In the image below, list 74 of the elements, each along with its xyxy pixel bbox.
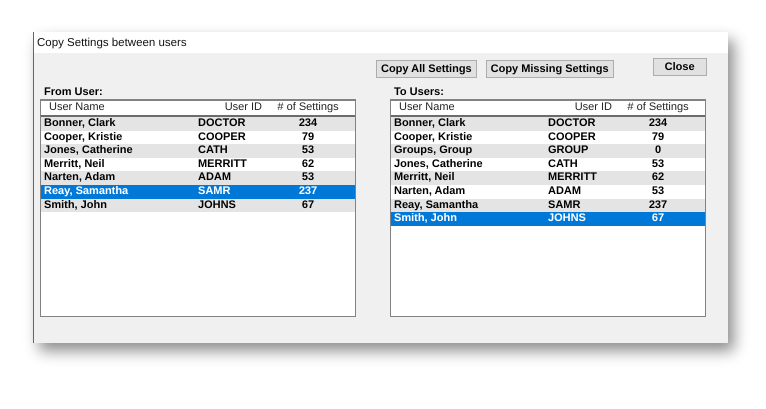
user-name: Jones, Catherine: [43, 144, 134, 158]
user-id: CATH: [548, 158, 579, 172]
user-name: Cooper, Kristie: [393, 130, 474, 144]
copy-all-button[interactable]: Copy All Settings: [376, 60, 477, 78]
settings-count: 0: [654, 144, 662, 158]
column-header[interactable]: User ID: [198, 101, 268, 115]
user-id: COOPER: [548, 130, 597, 144]
column-header[interactable]: # of Settings: [618, 101, 698, 115]
settings-count: 237: [298, 184, 318, 199]
list-row[interactable]: Narten, Adam ADAM 53: [41, 171, 355, 185]
settings-count: 67: [300, 198, 316, 212]
user-name: Bonner, Clark: [393, 117, 467, 131]
settings-count: 79: [300, 130, 316, 144]
user-id: DOCTOR: [548, 117, 596, 131]
settings-count: 234: [298, 117, 318, 131]
list-row[interactable]: Jones, Catherine CATH 53: [391, 158, 705, 172]
list-row[interactable]: Cooper, Kristie COOPER 79: [391, 130, 705, 144]
user-id: MERRITT: [198, 158, 248, 172]
list-row[interactable]: Merritt, Neil MERRITT 62: [391, 171, 705, 185]
settings-count: 67: [650, 212, 666, 226]
user-id: ADAM: [548, 184, 582, 199]
user-id: JOHNS: [198, 198, 237, 212]
user-id: DOCTOR: [198, 117, 246, 131]
user-name: Bonner, Clark: [43, 117, 117, 131]
copy-missing-button[interactable]: Copy Missing Settings: [486, 60, 614, 78]
settings-count: 237: [648, 198, 668, 212]
user-id: ADAM: [198, 171, 232, 185]
user-name: Narten, Adam: [393, 184, 466, 199]
window-title: Copy Settings between users: [37, 36, 187, 48]
user-id: COOPER: [198, 130, 247, 144]
user-name: Narten, Adam: [43, 171, 116, 185]
settings-count: 79: [650, 130, 666, 144]
column-header[interactable]: User Name: [391, 101, 548, 115]
list-row[interactable]: Smith, John JOHNS 67: [391, 212, 705, 226]
list-row[interactable]: Reay, Samantha SAMR 237: [41, 184, 355, 199]
user-name: Merritt, Neil: [393, 171, 456, 185]
user-name: Cooper, Kristie: [43, 130, 124, 144]
user-name: Jones, Catherine: [393, 158, 484, 172]
user-list[interactable]: User Name User ID # of Settings Bonner, Clark DOCTOR 234 Cooper, Kristie COOPER 79 Jones, Catherine CATH 53 Merritt, Neil MERRITT 62 Narten, Adam ADAM 53 Reay, Samantha SAMR 237 Smith, John JOHNS 67: [40, 99, 356, 317]
list-row[interactable]: Jones, Catherine CATH 53: [41, 144, 355, 158]
list-row[interactable]: Narten, Adam ADAM 53: [391, 184, 705, 199]
list-row[interactable]: Merritt, Neil MERRITT 62: [41, 158, 355, 172]
list-label: From User:: [43, 85, 104, 99]
user-id: GROUP: [548, 144, 590, 158]
user-list[interactable]: [390, 99, 706, 317]
settings-count: 53: [300, 144, 316, 158]
settings-count: 234: [648, 117, 668, 131]
user-name: Reay, Samantha: [43, 184, 130, 199]
user-name: Smith, John: [393, 212, 458, 226]
list-row[interactable]: Cooper, Kristie COOPER 79: [41, 130, 355, 144]
settings-count: 53: [300, 171, 316, 185]
close-button[interactable]: Close: [652, 58, 707, 76]
list-row[interactable]: Bonner, Clark DOCTOR 234: [41, 117, 355, 131]
user-id: SAMR: [198, 184, 232, 199]
list-label: To Users:: [393, 85, 445, 99]
user-id: JOHNS: [548, 212, 587, 226]
user-id: SAMR: [548, 198, 582, 212]
settings-count: 53: [650, 158, 666, 172]
column-header[interactable]: User Name: [41, 101, 198, 115]
user-name: Groups, Group: [393, 144, 474, 158]
user-name: Smith, John: [43, 198, 108, 212]
column-header[interactable]: User ID: [548, 101, 618, 115]
settings-count: 62: [650, 171, 666, 185]
list-row[interactable]: Smith, John JOHNS 67: [41, 198, 355, 212]
settings-count: 62: [300, 158, 316, 172]
user-id: MERRITT: [548, 171, 598, 185]
user-id: CATH: [198, 144, 229, 158]
settings-count: 53: [650, 184, 666, 199]
user-name: Merritt, Neil: [43, 158, 106, 172]
column-header[interactable]: # of Settings: [268, 101, 348, 115]
list-row[interactable]: Bonner, Clark DOCTOR 234: [391, 117, 705, 131]
list-row[interactable]: Reay, Samantha SAMR 237: [391, 198, 705, 212]
user-name: Reay, Samantha: [393, 198, 480, 212]
list-row[interactable]: Groups, Group GROUP 0: [391, 144, 705, 158]
